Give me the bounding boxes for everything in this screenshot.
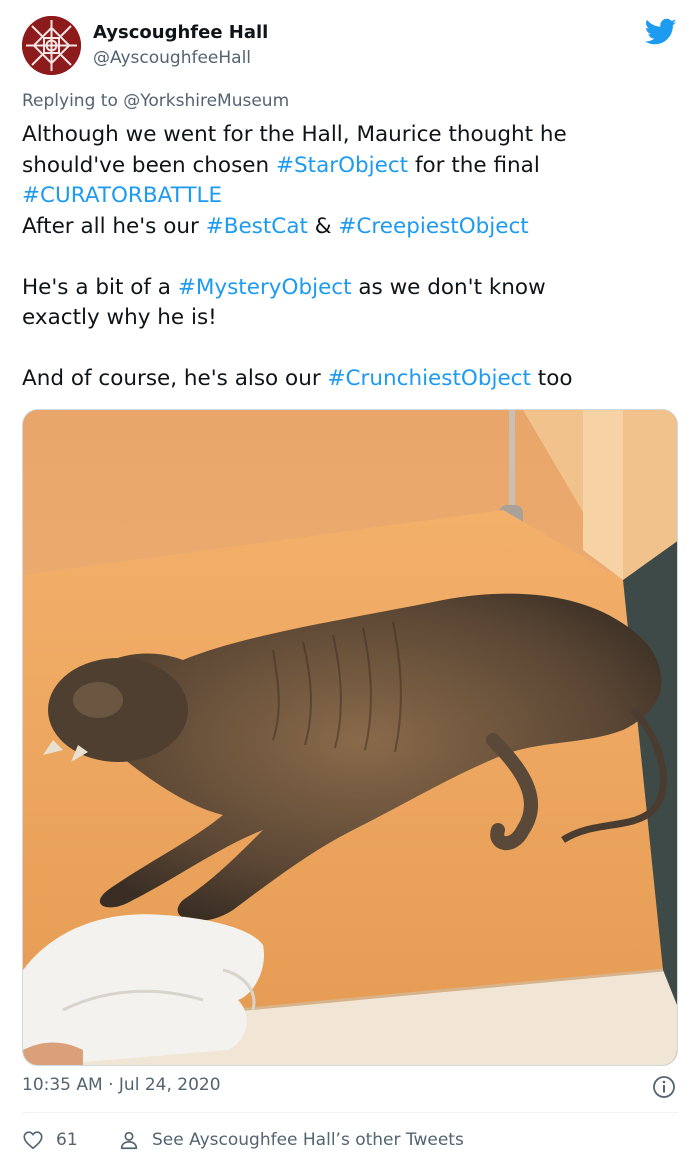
- text-segment: should've been chosen: [22, 152, 276, 178]
- hashtag-link[interactable]: #StarObject: [276, 153, 408, 178]
- mummified-cat-photo: [23, 410, 677, 1065]
- tweet-line: should've been chosen #StarObject for th…: [22, 151, 682, 182]
- hashtag-link[interactable]: #BestCat: [206, 214, 308, 239]
- text-segment: too: [530, 366, 573, 391]
- tweet-card: Ayscoughfee Hall @AyscoughfeeHall Replyi…: [0, 0, 700, 1167]
- tweet-photo[interactable]: [22, 409, 678, 1066]
- author-name[interactable]: Ayscoughfee Hall: [93, 22, 268, 43]
- tweet-line: Although we went for the Hall, Maurice t…: [22, 120, 682, 151]
- text-segment: And of course, he's also our: [22, 366, 328, 391]
- avatar[interactable]: [22, 16, 81, 75]
- text-segment: After all he's our: [22, 213, 206, 239]
- hashtag-link[interactable]: #CURATORBATTLE: [22, 183, 222, 208]
- like-button[interactable]: 61: [22, 1127, 78, 1153]
- twitter-bird-icon[interactable]: [645, 18, 677, 46]
- like-count: 61: [56, 1130, 78, 1150]
- text-segment: Although we went for the Hall, Maurice t…: [22, 122, 567, 147]
- tweet-line: And of course, he's also our #Crunchiest…: [22, 364, 682, 395]
- text-segment: exactly why he is!: [22, 305, 217, 330]
- heart-icon: [23, 1131, 43, 1150]
- tweet-text: Although we went for the Hall, Maurice t…: [22, 120, 682, 395]
- divider: [22, 1112, 678, 1113]
- tweet-date: Jul 24, 2020: [118, 1075, 221, 1095]
- see-other-tweets-link[interactable]: See Ayscoughfee Hall’s other Tweets: [118, 1127, 464, 1153]
- timestamp-separator: ·: [102, 1075, 119, 1095]
- text-segment: as we don't know: [351, 274, 546, 300]
- reply-mention-link[interactable]: @YorkshireMuseum: [123, 91, 289, 111]
- text-segment: &: [307, 213, 339, 239]
- hashtag-link[interactable]: #CreepiestObject: [338, 214, 528, 239]
- info-icon[interactable]: [652, 1075, 676, 1099]
- hashtag-link[interactable]: #CrunchiestObject: [328, 366, 531, 391]
- text-segment: for the final: [408, 152, 540, 178]
- tweet-line: He's a bit of a #MysteryObject as we don…: [22, 273, 682, 304]
- replying-to: Replying to @YorkshireMuseum: [22, 91, 289, 111]
- emblem-icon: [22, 16, 81, 75]
- person-icon: [120, 1131, 138, 1150]
- hashtag-link[interactable]: #MysteryObject: [178, 275, 352, 300]
- replying-to-prefix: Replying to: [22, 91, 124, 111]
- see-other-tweets-label: See Ayscoughfee Hall’s other Tweets: [152, 1130, 464, 1150]
- tweet-time: 10:35 AM: [22, 1075, 103, 1095]
- tweet-line: exactly why he is!: [22, 303, 682, 334]
- tweet-line: After all he's our #BestCat & #Creepiest…: [22, 212, 682, 243]
- tweet-timestamp[interactable]: 10:35 AM · Jul 24, 2020: [22, 1075, 221, 1095]
- tweet-line: #CURATORBATTLE: [22, 181, 682, 212]
- author-handle[interactable]: @AyscoughfeeHall: [93, 48, 251, 68]
- text-segment: He's a bit of a: [22, 274, 178, 300]
